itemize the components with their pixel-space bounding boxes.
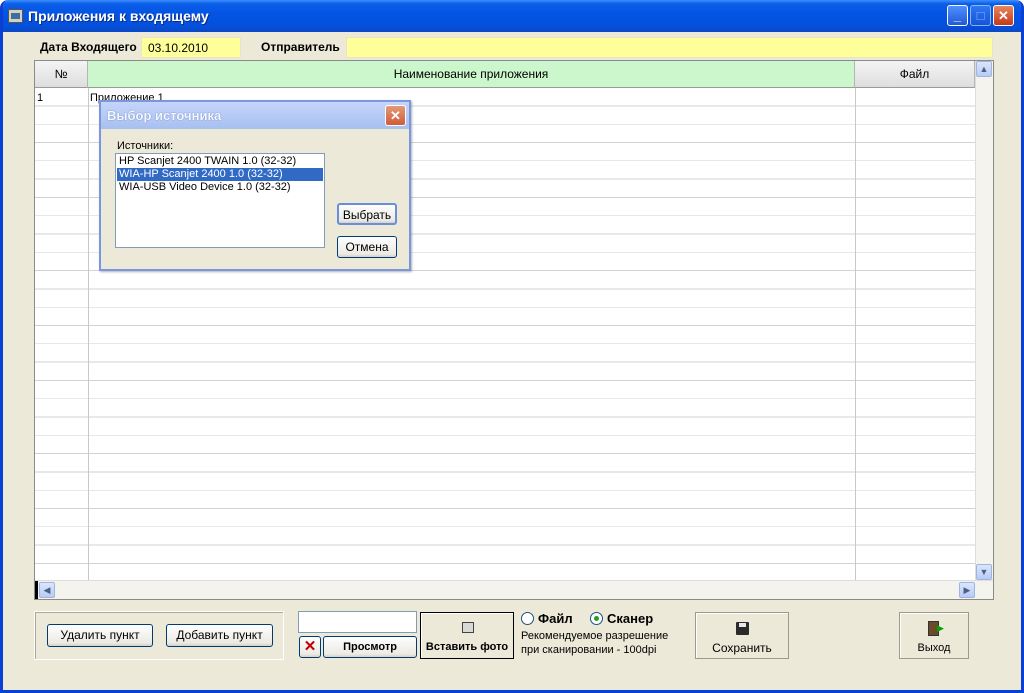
minimize-button[interactable]: _: [947, 5, 968, 26]
sender-field[interactable]: [346, 37, 993, 58]
resolution-hint-line2: при сканировании - 100dpi: [521, 644, 657, 656]
radio-scanner[interactable]: [590, 612, 603, 625]
horizontal-scrollbar[interactable]: ◀ ▶: [35, 580, 993, 599]
scroll-up-icon[interactable]: ▲: [976, 61, 992, 77]
date-label: Дата Входящего: [40, 40, 137, 54]
window-title: Приложения к входящему: [28, 8, 209, 24]
source-item-selected[interactable]: WIA-HP Scanjet 2400 1.0 (32-32): [117, 168, 323, 181]
exit-label: Выход: [917, 642, 951, 654]
radio-scanner-label[interactable]: Сканер: [607, 611, 653, 626]
column-header-file[interactable]: Файл: [855, 61, 975, 88]
insert-photo-button[interactable]: Вставить фото: [420, 612, 514, 659]
close-button[interactable]: ✕: [993, 5, 1014, 26]
radio-file[interactable]: [521, 612, 534, 625]
resolution-hint-line1: Рекомендуемое разрешение: [521, 630, 669, 642]
row-1-number[interactable]: 1: [37, 92, 43, 104]
door-exit-icon: ▶: [928, 621, 944, 636]
sources-label: Источники:: [117, 140, 174, 152]
column-header-number[interactable]: №: [35, 61, 88, 88]
dialog-title: Выбор источника: [107, 108, 222, 123]
dialog-title-bar[interactable]: Выбор источника ✕: [101, 102, 409, 129]
scroll-thumb[interactable]: [35, 581, 38, 599]
item-actions-group: Удалить пункт Добавить пункт: [34, 611, 284, 660]
sources-list[interactable]: HP Scanjet 2400 TWAIN 1.0 (32-32) WIA-HP…: [115, 153, 325, 248]
source-item[interactable]: WIA-USB Video Device 1.0 (32-32): [117, 181, 323, 194]
cancel-button[interactable]: Отмена: [337, 236, 397, 258]
insert-photo-label: Вставить фото: [425, 641, 509, 653]
save-label: Сохранить: [712, 641, 772, 655]
scroll-down-icon[interactable]: ▼: [976, 564, 992, 580]
main-window: Приложения к входящему _ □ ✕ Дата Входящ…: [0, 0, 1024, 693]
app-icon: [8, 9, 23, 23]
add-item-button[interactable]: Добавить пункт: [166, 624, 273, 647]
delete-item-button[interactable]: Удалить пункт: [47, 624, 153, 647]
dialog-close-button[interactable]: ✕: [385, 105, 406, 126]
title-bar[interactable]: Приложения к входящему _ □ ✕: [3, 0, 1021, 32]
source-item[interactable]: HP Scanjet 2400 TWAIN 1.0 (32-32): [117, 155, 323, 168]
date-field[interactable]: 03.10.2010: [141, 37, 241, 58]
source-select-dialog: Выбор источника ✕ Источники: HP Scanjet …: [99, 100, 411, 271]
floppy-icon: [736, 622, 749, 635]
vertical-scrollbar[interactable]: ▲ ▼: [975, 61, 993, 581]
exit-button[interactable]: ▶ Выход: [899, 612, 969, 659]
scroll-left-icon[interactable]: ◀: [39, 582, 55, 598]
preview-button[interactable]: Просмотр: [323, 636, 417, 658]
column-header-name[interactable]: Наименование приложения: [88, 61, 855, 88]
grid-divider: [88, 88, 89, 581]
save-button[interactable]: Сохранить: [695, 612, 789, 659]
scanner-icon: [462, 622, 474, 633]
file-path-input[interactable]: [298, 611, 417, 633]
sender-label: Отправитель: [261, 40, 340, 54]
select-button[interactable]: Выбрать: [337, 203, 397, 225]
clear-x-icon[interactable]: ✕: [299, 636, 321, 658]
radio-file-label[interactable]: Файл: [538, 611, 573, 626]
scroll-right-icon[interactable]: ▶: [959, 582, 975, 598]
grid-divider: [855, 88, 856, 581]
maximize-button[interactable]: □: [970, 5, 991, 26]
